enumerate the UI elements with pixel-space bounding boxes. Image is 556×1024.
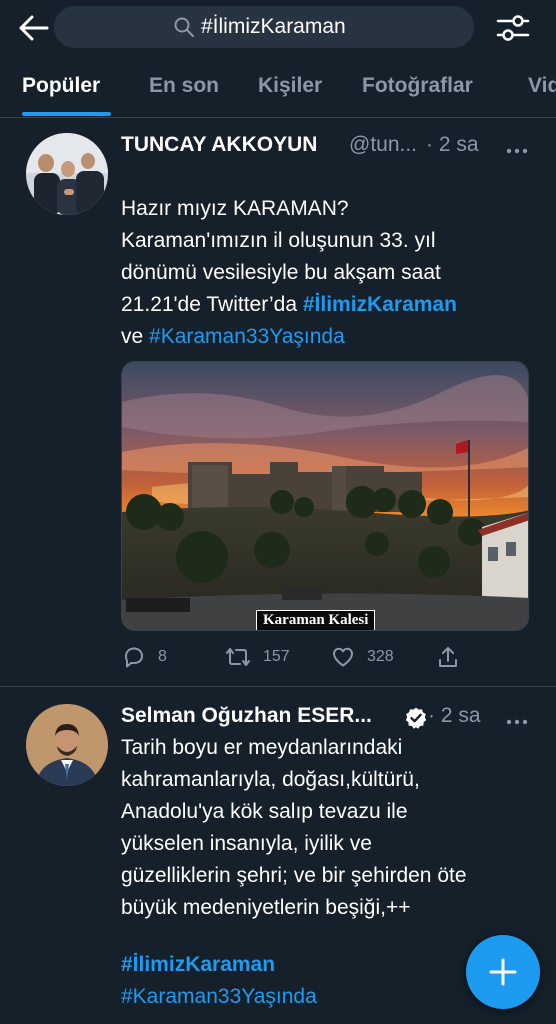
reply-count: 8 bbox=[158, 648, 167, 665]
avatar[interactable] bbox=[26, 133, 108, 215]
tab-popular[interactable]: Popüler bbox=[22, 74, 100, 98]
back-arrow-icon[interactable] bbox=[18, 14, 50, 42]
retweet-button[interactable]: 157 bbox=[225, 640, 290, 674]
share-button[interactable] bbox=[437, 640, 459, 674]
author-name[interactable]: TUNCAY AKKOYUN bbox=[121, 133, 317, 157]
tweet-text-paragraph: Karaman'ımızın il oluşunun 33. yıl dönüm… bbox=[121, 225, 531, 353]
retweet-icon bbox=[225, 645, 251, 669]
search-input[interactable]: #İlimizKaraman bbox=[54, 6, 474, 48]
reply-button[interactable]: 8 bbox=[122, 640, 167, 674]
tweet-image[interactable]: Karaman Kalesi bbox=[121, 361, 529, 631]
more-icon[interactable] bbox=[506, 712, 528, 725]
search-tabs: Popüler En son Kişiler Fotoğraflar Vid bbox=[0, 58, 556, 118]
retweet-count: 157 bbox=[263, 648, 290, 665]
tweet-text: Tarih boyu er meydanlarındaki kahramanla… bbox=[121, 736, 467, 919]
tab-latest[interactable]: En son bbox=[149, 74, 219, 98]
filter-icon[interactable] bbox=[496, 12, 530, 44]
like-button[interactable]: 328 bbox=[331, 640, 394, 674]
like-count: 328 bbox=[367, 648, 394, 665]
tweet-text: Hazır mıyız KARAMAN? bbox=[121, 161, 531, 225]
top-bar: #İlimizKaraman bbox=[0, 0, 556, 58]
image-caption: Karaman Kalesi bbox=[256, 610, 376, 630]
hashtag-link[interactable]: #Karaman33Yaşında bbox=[149, 325, 345, 348]
tab-videos[interactable]: Vid bbox=[528, 74, 556, 98]
author-handle[interactable]: @tun... bbox=[349, 133, 417, 157]
hashtag-link[interactable]: #Karaman33Yaşında bbox=[121, 985, 317, 1008]
tweet-time: · 2 sa bbox=[428, 704, 481, 727]
tweet-time: · 2 sa bbox=[426, 133, 479, 156]
compose-plus-icon bbox=[489, 958, 517, 986]
share-icon bbox=[437, 645, 459, 669]
compose-tweet-button[interactable] bbox=[466, 935, 540, 1009]
tab-photos[interactable]: Fotoğraflar bbox=[362, 74, 473, 98]
hashtag-link[interactable]: #İlimizKaraman bbox=[121, 953, 275, 976]
more-icon[interactable] bbox=[506, 141, 528, 154]
search-query: #İlimizKaraman bbox=[201, 15, 346, 38]
tweet-joiner: ve bbox=[121, 325, 150, 348]
reply-icon bbox=[122, 645, 146, 669]
author-name[interactable]: Selman Oğuzhan ESER... bbox=[121, 704, 372, 728]
verified-icon bbox=[404, 706, 428, 730]
tab-people[interactable]: Kişiler bbox=[258, 74, 322, 98]
tweet-divider bbox=[0, 686, 556, 687]
active-tab-indicator bbox=[22, 112, 111, 116]
hashtag-link[interactable]: #İlimizKaraman bbox=[303, 293, 457, 316]
tweet-line-1: Hazır mıyız KARAMAN? bbox=[121, 197, 349, 220]
like-icon bbox=[331, 645, 355, 669]
tweet-actions: 8 157 328 bbox=[0, 640, 556, 674]
avatar[interactable] bbox=[26, 704, 108, 786]
search-icon bbox=[174, 17, 194, 37]
